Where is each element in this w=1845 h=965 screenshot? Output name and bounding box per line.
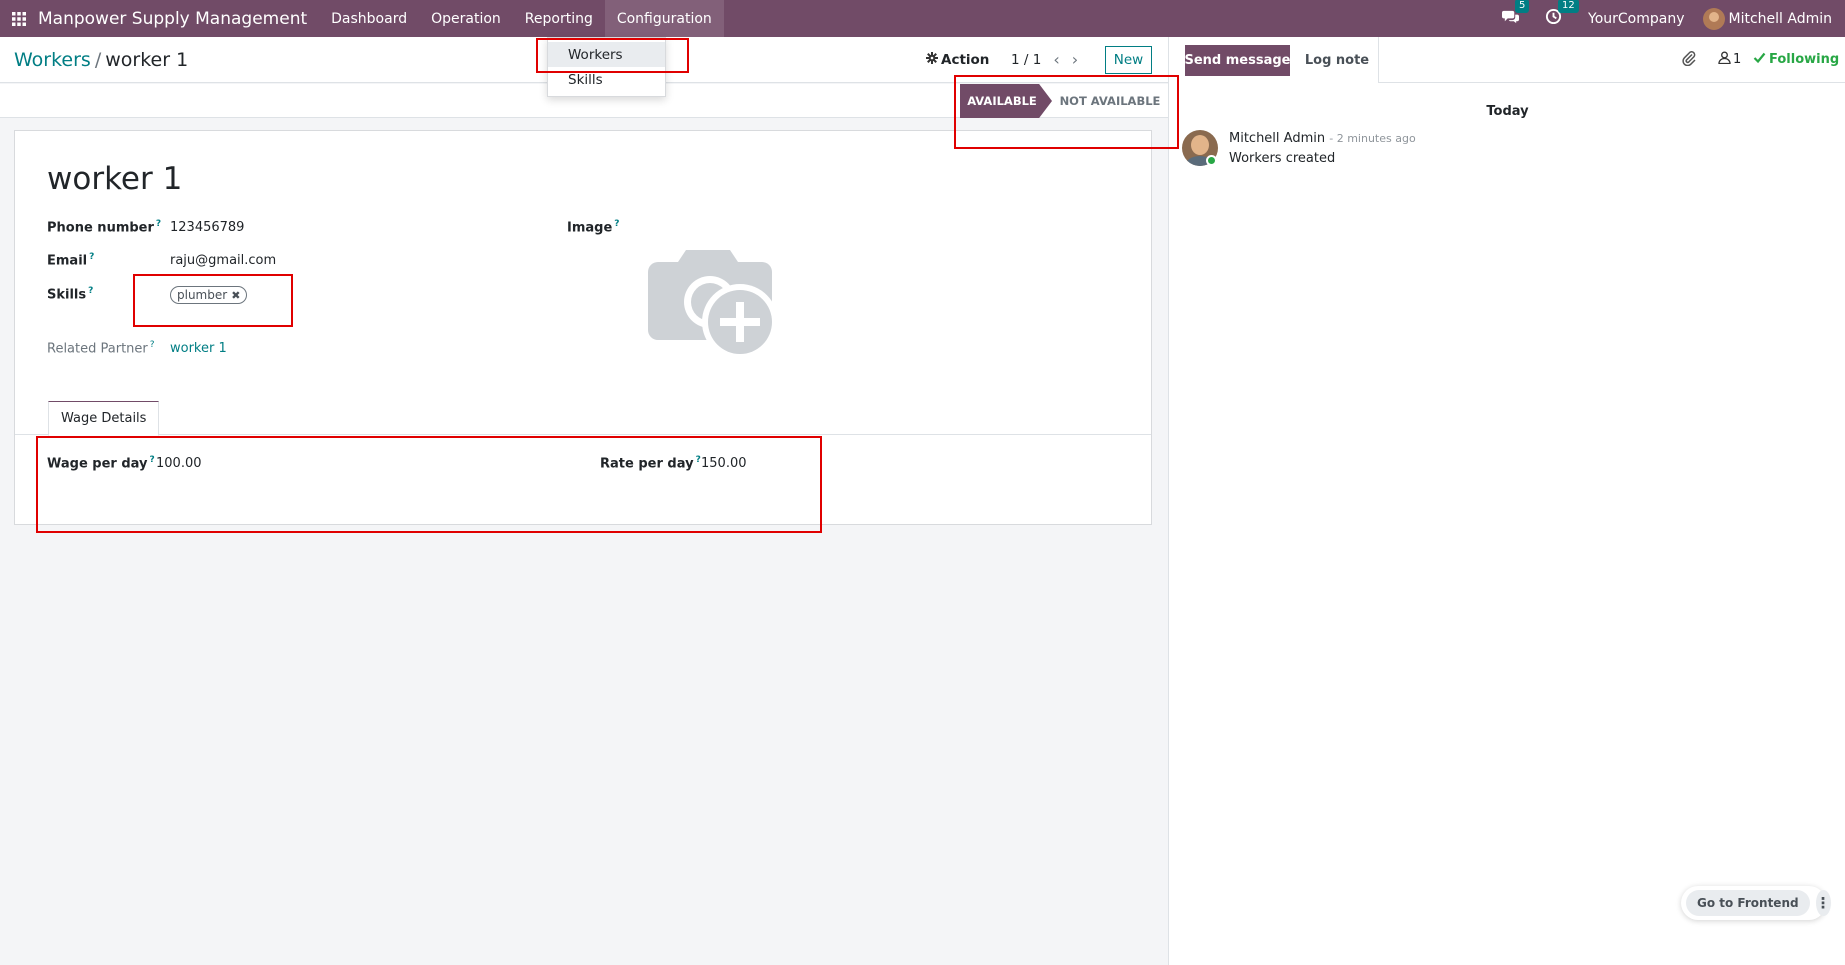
menu-reporting[interactable]: Reporting bbox=[513, 0, 605, 37]
chatter-divider bbox=[1378, 37, 1379, 82]
chevron-right-icon[interactable]: › bbox=[1072, 52, 1078, 68]
skill-tag-label: plumber bbox=[177, 288, 228, 302]
status-available[interactable]: AVAILABLE bbox=[960, 84, 1052, 118]
pager: 1 / 1 ‹ › bbox=[1011, 52, 1078, 69]
rate-label-text: Rate per day bbox=[600, 456, 694, 472]
systray: 5 12 YourCompany Mitchell Admin bbox=[1502, 0, 1845, 37]
help-icon[interactable]: ? bbox=[150, 340, 155, 350]
user-avatar bbox=[1702, 7, 1725, 30]
message-body: Workers created bbox=[1229, 151, 1336, 166]
breadcrumb-workers[interactable]: Workers bbox=[14, 49, 91, 71]
skills-label: Skills? bbox=[47, 286, 93, 302]
chatter-panel: Send message Log note 1 Following Today … bbox=[1168, 37, 1845, 965]
email-label: Email? bbox=[47, 252, 94, 268]
wage-field[interactable]: 100.00 bbox=[156, 456, 202, 471]
skill-tag: plumber ✖ bbox=[170, 286, 248, 304]
menu-operation[interactable]: Operation bbox=[419, 0, 513, 37]
user-icon bbox=[1718, 51, 1733, 68]
email-label-text: Email bbox=[47, 253, 88, 269]
partner-label-text: Related Partner bbox=[47, 341, 148, 357]
image-label-text: Image bbox=[567, 220, 613, 236]
image-label: Image? bbox=[567, 219, 620, 235]
activities-badge: 12 bbox=[1558, 0, 1579, 13]
rate-field[interactable]: 150.00 bbox=[701, 456, 747, 471]
action-button[interactable]: Action bbox=[926, 52, 989, 68]
breadcrumb-current: worker 1 bbox=[105, 49, 189, 71]
app-name[interactable]: Manpower Supply Management bbox=[38, 9, 307, 29]
action-label: Action bbox=[941, 52, 990, 68]
message-time: - 2 minutes ago bbox=[1329, 132, 1416, 145]
message-header: Mitchell Admin - 2 minutes ago bbox=[1229, 131, 1416, 146]
frontend-widget: Go to Frontend ⋮ bbox=[1681, 886, 1831, 920]
chatter-topbar: Send message Log note 1 Following bbox=[1169, 37, 1845, 83]
followers-button[interactable]: 1 bbox=[1718, 51, 1741, 68]
breadcrumb: Workers / worker 1 bbox=[14, 49, 188, 71]
menu-configuration[interactable]: Configuration bbox=[604, 0, 724, 37]
related-partner-link[interactable]: worker 1 bbox=[170, 341, 227, 356]
help-icon[interactable]: ? bbox=[89, 252, 94, 262]
messages-button[interactable]: 5 bbox=[1502, 0, 1530, 29]
dropdown-item-skills[interactable]: Skills bbox=[548, 67, 665, 92]
user-menu[interactable]: Mitchell Admin bbox=[1702, 7, 1833, 30]
camera-plus-icon[interactable] bbox=[648, 246, 780, 361]
followers-count: 1 bbox=[1733, 52, 1742, 67]
email-field[interactable]: raju@gmail.com bbox=[170, 253, 276, 268]
help-icon[interactable]: ? bbox=[156, 219, 161, 229]
menu-dashboard[interactable]: Dashboard bbox=[319, 0, 419, 37]
phone-label: Phone number? bbox=[47, 219, 161, 235]
log-note-button[interactable]: Log note bbox=[1300, 45, 1374, 76]
skills-label-text: Skills bbox=[47, 287, 87, 303]
dropdown-item-workers[interactable]: Workers bbox=[548, 42, 665, 67]
kebab-menu-icon[interactable]: ⋮ bbox=[1815, 890, 1831, 916]
record-title[interactable]: worker 1 bbox=[47, 161, 182, 197]
help-icon[interactable]: ? bbox=[88, 286, 93, 296]
remove-tag-icon[interactable]: ✖ bbox=[231, 289, 240, 302]
online-status-icon bbox=[1206, 155, 1217, 166]
tab-wage-details[interactable]: Wage Details bbox=[48, 401, 160, 436]
apps-grid-icon[interactable] bbox=[2, 0, 36, 37]
check-icon bbox=[1753, 51, 1769, 68]
configuration-dropdown: Workers Skills bbox=[547, 37, 666, 97]
phone-field[interactable]: 123456789 bbox=[170, 220, 244, 235]
user-name: Mitchell Admin bbox=[1728, 10, 1833, 27]
rate-label: Rate per day? bbox=[600, 455, 701, 471]
message-author[interactable]: Mitchell Admin bbox=[1229, 131, 1325, 146]
top-navbar: Manpower Supply Management Dashboard Ope… bbox=[0, 0, 1845, 37]
activities-button[interactable]: 12 bbox=[1545, 0, 1579, 29]
status-not-available[interactable]: NOT AVAILABLE bbox=[1055, 84, 1165, 118]
chevron-left-icon[interactable]: ‹ bbox=[1053, 52, 1059, 68]
notebook-tabs: Wage Details bbox=[15, 401, 1151, 436]
go-to-frontend-button[interactable]: Go to Frontend bbox=[1686, 890, 1810, 916]
wage-label: Wage per day? bbox=[47, 455, 155, 471]
following-button[interactable]: Following bbox=[1753, 51, 1839, 68]
paperclip-icon[interactable] bbox=[1681, 50, 1697, 70]
following-label: Following bbox=[1769, 52, 1840, 67]
breadcrumb-separator: / bbox=[94, 49, 102, 71]
chatter-divider bbox=[1378, 82, 1845, 83]
partner-label: Related Partner? bbox=[47, 340, 155, 356]
help-icon[interactable]: ? bbox=[696, 455, 701, 465]
send-message-button[interactable]: Send message bbox=[1185, 45, 1291, 76]
form-sheet: worker 1 Phone number? 123456789 Email? … bbox=[14, 130, 1152, 525]
help-icon[interactable]: ? bbox=[614, 219, 619, 229]
main-menu: Dashboard Operation Reporting Configurat… bbox=[319, 0, 724, 37]
wage-label-text: Wage per day bbox=[47, 456, 148, 472]
pager-value[interactable]: 1 / 1 bbox=[1011, 52, 1041, 68]
help-icon[interactable]: ? bbox=[150, 455, 155, 465]
company-switcher[interactable]: YourCompany bbox=[1588, 11, 1685, 27]
day-separator: Today bbox=[1486, 104, 1529, 119]
messages-badge: 5 bbox=[1515, 0, 1530, 13]
phone-label-text: Phone number bbox=[47, 220, 154, 236]
new-button[interactable]: New bbox=[1105, 46, 1152, 74]
gear-icon bbox=[926, 52, 941, 68]
